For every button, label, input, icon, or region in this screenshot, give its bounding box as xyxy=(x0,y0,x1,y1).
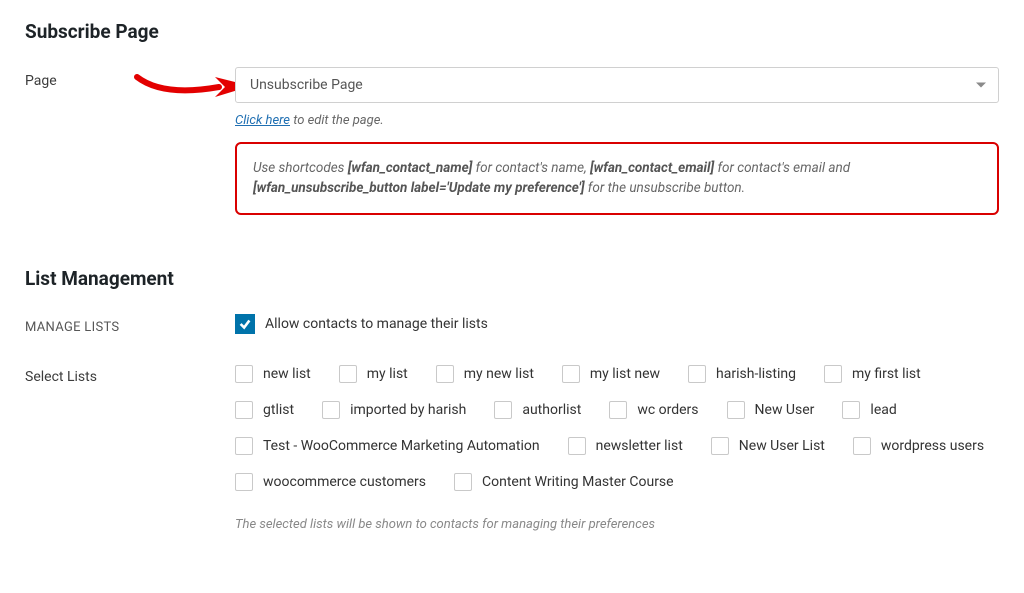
lists-footer-hint: The selected lists will be shown to cont… xyxy=(235,517,999,532)
list-item-label: newsletter list xyxy=(596,438,683,454)
label-text-manage-lists: MANAGE LISTS xyxy=(25,320,119,335)
list-item[interactable]: my first list xyxy=(824,365,921,383)
sc-mid1: for contact's name, xyxy=(472,160,590,176)
checkbox-empty-icon xyxy=(494,401,512,419)
list-management-title: List Management xyxy=(25,267,999,290)
manage-lists-label: MANAGE LISTS xyxy=(25,314,235,335)
list-item-label: imported by harish xyxy=(350,402,466,418)
list-item[interactable]: New User xyxy=(727,401,815,419)
list-item[interactable]: my list xyxy=(339,365,408,383)
list-item[interactable]: Content Writing Master Course xyxy=(454,473,674,491)
list-item-label: woocommerce customers xyxy=(263,474,426,490)
subscribe-page-title: Subscribe Page xyxy=(25,20,999,43)
list-item[interactable]: my new list xyxy=(436,365,534,383)
page-label: Page xyxy=(25,67,235,89)
page-select[interactable]: Unsubscribe Page xyxy=(235,67,999,103)
list-item-label: new list xyxy=(263,366,311,382)
shortcode-info-box: Use shortcodes [wfan_contact_name] for c… xyxy=(235,142,999,215)
allow-contacts-label: Allow contacts to manage their lists xyxy=(265,316,488,332)
allow-contacts-checkbox[interactable]: Allow contacts to manage their lists xyxy=(235,314,488,334)
list-item[interactable]: gtlist xyxy=(235,401,294,419)
list-item-label: gtlist xyxy=(263,402,294,418)
list-item-label: New User List xyxy=(739,438,825,454)
sc-suffix: for the unsubscribe button. xyxy=(584,180,745,196)
sc-mid2: for contact's email and xyxy=(714,160,850,176)
checkbox-checked-icon xyxy=(235,314,255,334)
list-item-label: my first list xyxy=(852,366,921,382)
list-item[interactable]: newsletter list xyxy=(568,437,683,455)
checkbox-empty-icon xyxy=(824,365,842,383)
list-item[interactable]: harish-listing xyxy=(688,365,796,383)
checkbox-empty-icon xyxy=(688,365,706,383)
checkbox-empty-icon xyxy=(711,437,729,455)
list-item-label: my new list xyxy=(464,366,534,382)
list-item-label: wordpress users xyxy=(881,438,984,454)
list-item[interactable]: my list new xyxy=(562,365,660,383)
sc-code3: [wfan_unsubscribe_button label='Update m… xyxy=(253,180,584,196)
list-checks-grid: new list my list my new list my list new har… xyxy=(235,363,999,491)
list-item[interactable]: new list xyxy=(235,365,311,383)
checkbox-empty-icon xyxy=(609,401,627,419)
checkbox-empty-icon xyxy=(235,401,253,419)
list-item[interactable]: wc orders xyxy=(609,401,698,419)
list-item[interactable]: Test - WooCommerce Marketing Automation xyxy=(235,437,540,455)
list-item-label: lead xyxy=(870,402,896,418)
label-text-select-lists: Select Lists xyxy=(25,369,97,385)
list-item[interactable]: wordpress users xyxy=(853,437,984,455)
click-here-suffix: to edit the page. xyxy=(290,113,384,128)
checkbox-empty-icon xyxy=(235,365,253,383)
sc-code2: [wfan_contact_email] xyxy=(590,160,714,176)
list-item-label: New User xyxy=(755,402,815,418)
checkbox-empty-icon xyxy=(436,365,454,383)
list-item[interactable]: lead xyxy=(842,401,896,419)
list-item[interactable]: woocommerce customers xyxy=(235,473,426,491)
checkbox-empty-icon xyxy=(853,437,871,455)
checkbox-empty-icon xyxy=(235,437,253,455)
checkbox-empty-icon xyxy=(727,401,745,419)
sc-prefix: Use shortcodes xyxy=(253,160,348,176)
sc-code1: [wfan_contact_name] xyxy=(348,160,473,176)
list-item[interactable]: New User List xyxy=(711,437,825,455)
list-item-label: harish-listing xyxy=(716,366,796,382)
list-item-label: my list xyxy=(367,366,408,382)
list-item[interactable]: authorlist xyxy=(494,401,581,419)
list-item-label: Content Writing Master Course xyxy=(482,474,674,490)
edit-page-hint: Click here to edit the page. xyxy=(235,113,999,128)
checkbox-empty-icon xyxy=(454,473,472,491)
click-here-link[interactable]: Click here xyxy=(235,113,290,128)
select-lists-label: Select Lists xyxy=(25,363,235,385)
list-item-label: Test - WooCommerce Marketing Automation xyxy=(263,438,540,454)
checkbox-empty-icon xyxy=(322,401,340,419)
checkbox-empty-icon xyxy=(842,401,860,419)
list-item[interactable]: imported by harish xyxy=(322,401,466,419)
checkbox-empty-icon xyxy=(568,437,586,455)
label-text-page: Page xyxy=(25,73,57,89)
checkbox-empty-icon xyxy=(339,365,357,383)
checkbox-empty-icon xyxy=(235,473,253,491)
list-item-label: wc orders xyxy=(637,402,698,418)
list-item-label: my list new xyxy=(590,366,660,382)
list-item-label: authorlist xyxy=(522,402,581,418)
checkbox-empty-icon xyxy=(562,365,580,383)
page-select-value: Unsubscribe Page xyxy=(250,77,363,93)
